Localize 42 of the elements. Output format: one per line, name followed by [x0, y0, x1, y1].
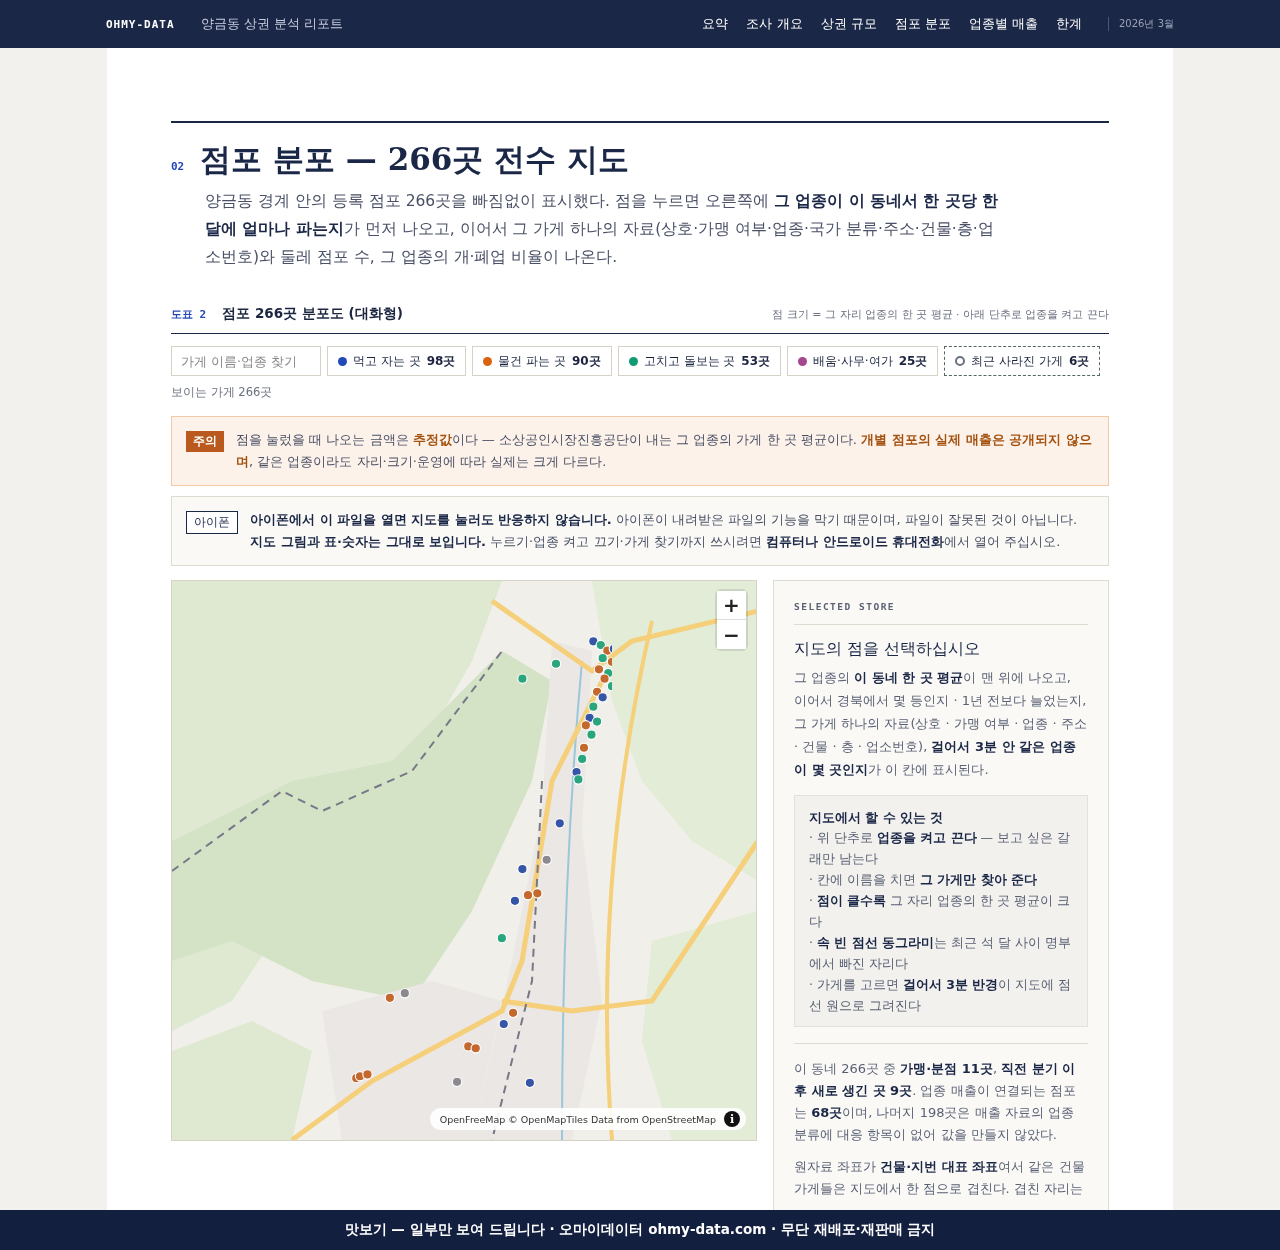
- info-button[interactable]: i: [724, 1111, 740, 1127]
- preview-banner: 맛보기 — 일부만 보여 드립니다 · 오마이데이터 ohmy-data.com · 무단 재배포·재판매 금지: [0, 1210, 1280, 1250]
- category-toggle[interactable]: 최근 사라진 가게 6곳: [944, 346, 1101, 376]
- brand-logo[interactable]: OHMY-DATA: [106, 17, 175, 31]
- nav-link[interactable]: 한계: [1056, 15, 1082, 33]
- category-toggle[interactable]: 고치고 돌보는 곳 53곳: [617, 346, 782, 376]
- figure-label: 도표 2: [171, 307, 207, 322]
- figure-title: 점포 266곳 분포도 (대화형): [222, 305, 404, 323]
- zoom-in-button[interactable]: +: [717, 591, 746, 620]
- visible-count: 보이는 가게 266곳: [171, 385, 274, 400]
- notice-tag: 아이폰: [186, 511, 238, 534]
- tips-title: 지도에서 할 수 있는 것: [809, 810, 945, 827]
- panel-eyebrow: SELECTED STORE: [794, 601, 1088, 625]
- category-toggle[interactable]: 먹고 자는 곳 98곳: [327, 346, 467, 376]
- notice-text: 아이폰에서 이 파일을 열면 지도를 눌러도 반응하지 않습니다. 아이폰이 내려받은 파일의 기능을 막기 때문이며, 파일이 잘못된 것이 아닙니다. 지도 그림과 표·숫자는 그대로 보입니다. 누르기·업종 켜고 끄기·가게 찾기까지 쓰시려면 컴퓨터나 안드로이드 휴대전화에서 열어 주십시오.: [250, 511, 1079, 551]
- figure-note: 점 크기 = 그 자리 업종의 한 곳 평균 · 아래 단추로 업종을 켜고 끈다: [772, 307, 1109, 322]
- nav-link[interactable]: 요약: [702, 15, 729, 33]
- section-number: 02: [171, 160, 185, 173]
- search-field[interactable]: 가게 이름·업종 찾기: [171, 346, 321, 376]
- nav-link[interactable]: 점포 분포: [894, 15, 951, 33]
- intro-paragraph: 양금동 경계 안의 등록 점포 266곳을 빠짐없이 표시했다. 점을 누르면 오른쪽에 그 업종이 이 동네서 한 곳당 한 달에 얼마나 파는지가 먼저 나오고, 이어서 그 가게 하나의 자료(상호·가맹 여부·업종·국가 분류·주소·건물·층·업소번호)와 둘레 점포 수, 그 업종의 개·폐업 비율이 나온다.: [205, 191, 1000, 268]
- panel-note: 원자료 좌표가 건물·지번 대표 좌표여서 같은 건물 가게들은 지도에서 한 점으로 겹친다. 겹친 자리는: [794, 1158, 1086, 1198]
- tip-item: · 칸에 이름을 치면 그 가게만 찾아 준다: [809, 871, 1038, 889]
- category-toggle[interactable]: 물건 파는 곳 90곳: [472, 346, 612, 376]
- tip-item: · 점이 클수록 그 자리 업종의 한 곳 평균이 크다: [809, 892, 1072, 931]
- nav-link[interactable]: 업종별 매출: [968, 15, 1038, 33]
- store-map[interactable]: + − OpenFreeMap © OpenMapTiles Data from OpenStreetMap i: [171, 580, 757, 1141]
- category-toggle[interactable]: 배움·사무·여가 25곳: [787, 346, 939, 376]
- section-title: 점포 분포 — 266곳 전수 지도: [200, 140, 629, 179]
- report-date: 2026년 3월: [1108, 17, 1174, 31]
- attribution-text: OpenFreeMap © OpenMapTiles Data from OpenStreetMap: [439, 1113, 716, 1125]
- tip-item: · 위 단추로 업종을 켜고 끈다 — 보고 싶은 갈래만 남는다: [809, 829, 1072, 868]
- tip-item: · 속 빈 점선 동그라미는 최근 석 달 사이 명부에서 빠진 자리다: [809, 934, 1072, 973]
- notice-tag: 주의: [186, 431, 224, 452]
- panel-heading: 지도의 점을 선택하십시오: [794, 639, 981, 660]
- panel-text: 그 업종의 이 동네 한 곳 평균이 맨 위에 나오고, 이어서 경북에서 몇 등인지 · 1년 전보다 늘었는지, 그 가게 하나의 자료(상호 · 가맹 여부 · 업종 · 주소 · 건물 · 층 · 업소번호), 걸어서 3분 안 같은 업종이 몇 곳인지가 이 칸에 표시된다.: [794, 669, 1088, 779]
- notice-text: 점을 눌렀을 때 나오는 금액은 추정값이다 — 소상공인시장진흥공단이 내는 그 업종의 가게 한 곳 평균이다. 개별 점포의 실제 매출은 공개되지 않으며, 같은 업종이라도 자리·크기·운영에 따라 실제는 크게 다르다.: [236, 431, 1093, 471]
- report-title: 양금동 상권 분석 리포트: [200, 15, 344, 33]
- tip-item: · 가게를 고르면 걸어서 3분 반경이 지도에 점선 원으로 그려진다: [809, 976, 1073, 1015]
- nav-link[interactable]: 조사 개요: [746, 15, 803, 33]
- nav-link[interactable]: 상권 규모: [820, 15, 877, 33]
- panel-note: 이 동네 266곳 중 가맹·분점 11곳, 직전 분기 이후 새로 생긴 곳 9곳. 업종 매출이 연결되는 점포는 68곳이며, 나머지 198곳은 매출 자료의 업종 분류에 대응 항목이 없어 값을 만들지 않았다.: [794, 1060, 1077, 1144]
